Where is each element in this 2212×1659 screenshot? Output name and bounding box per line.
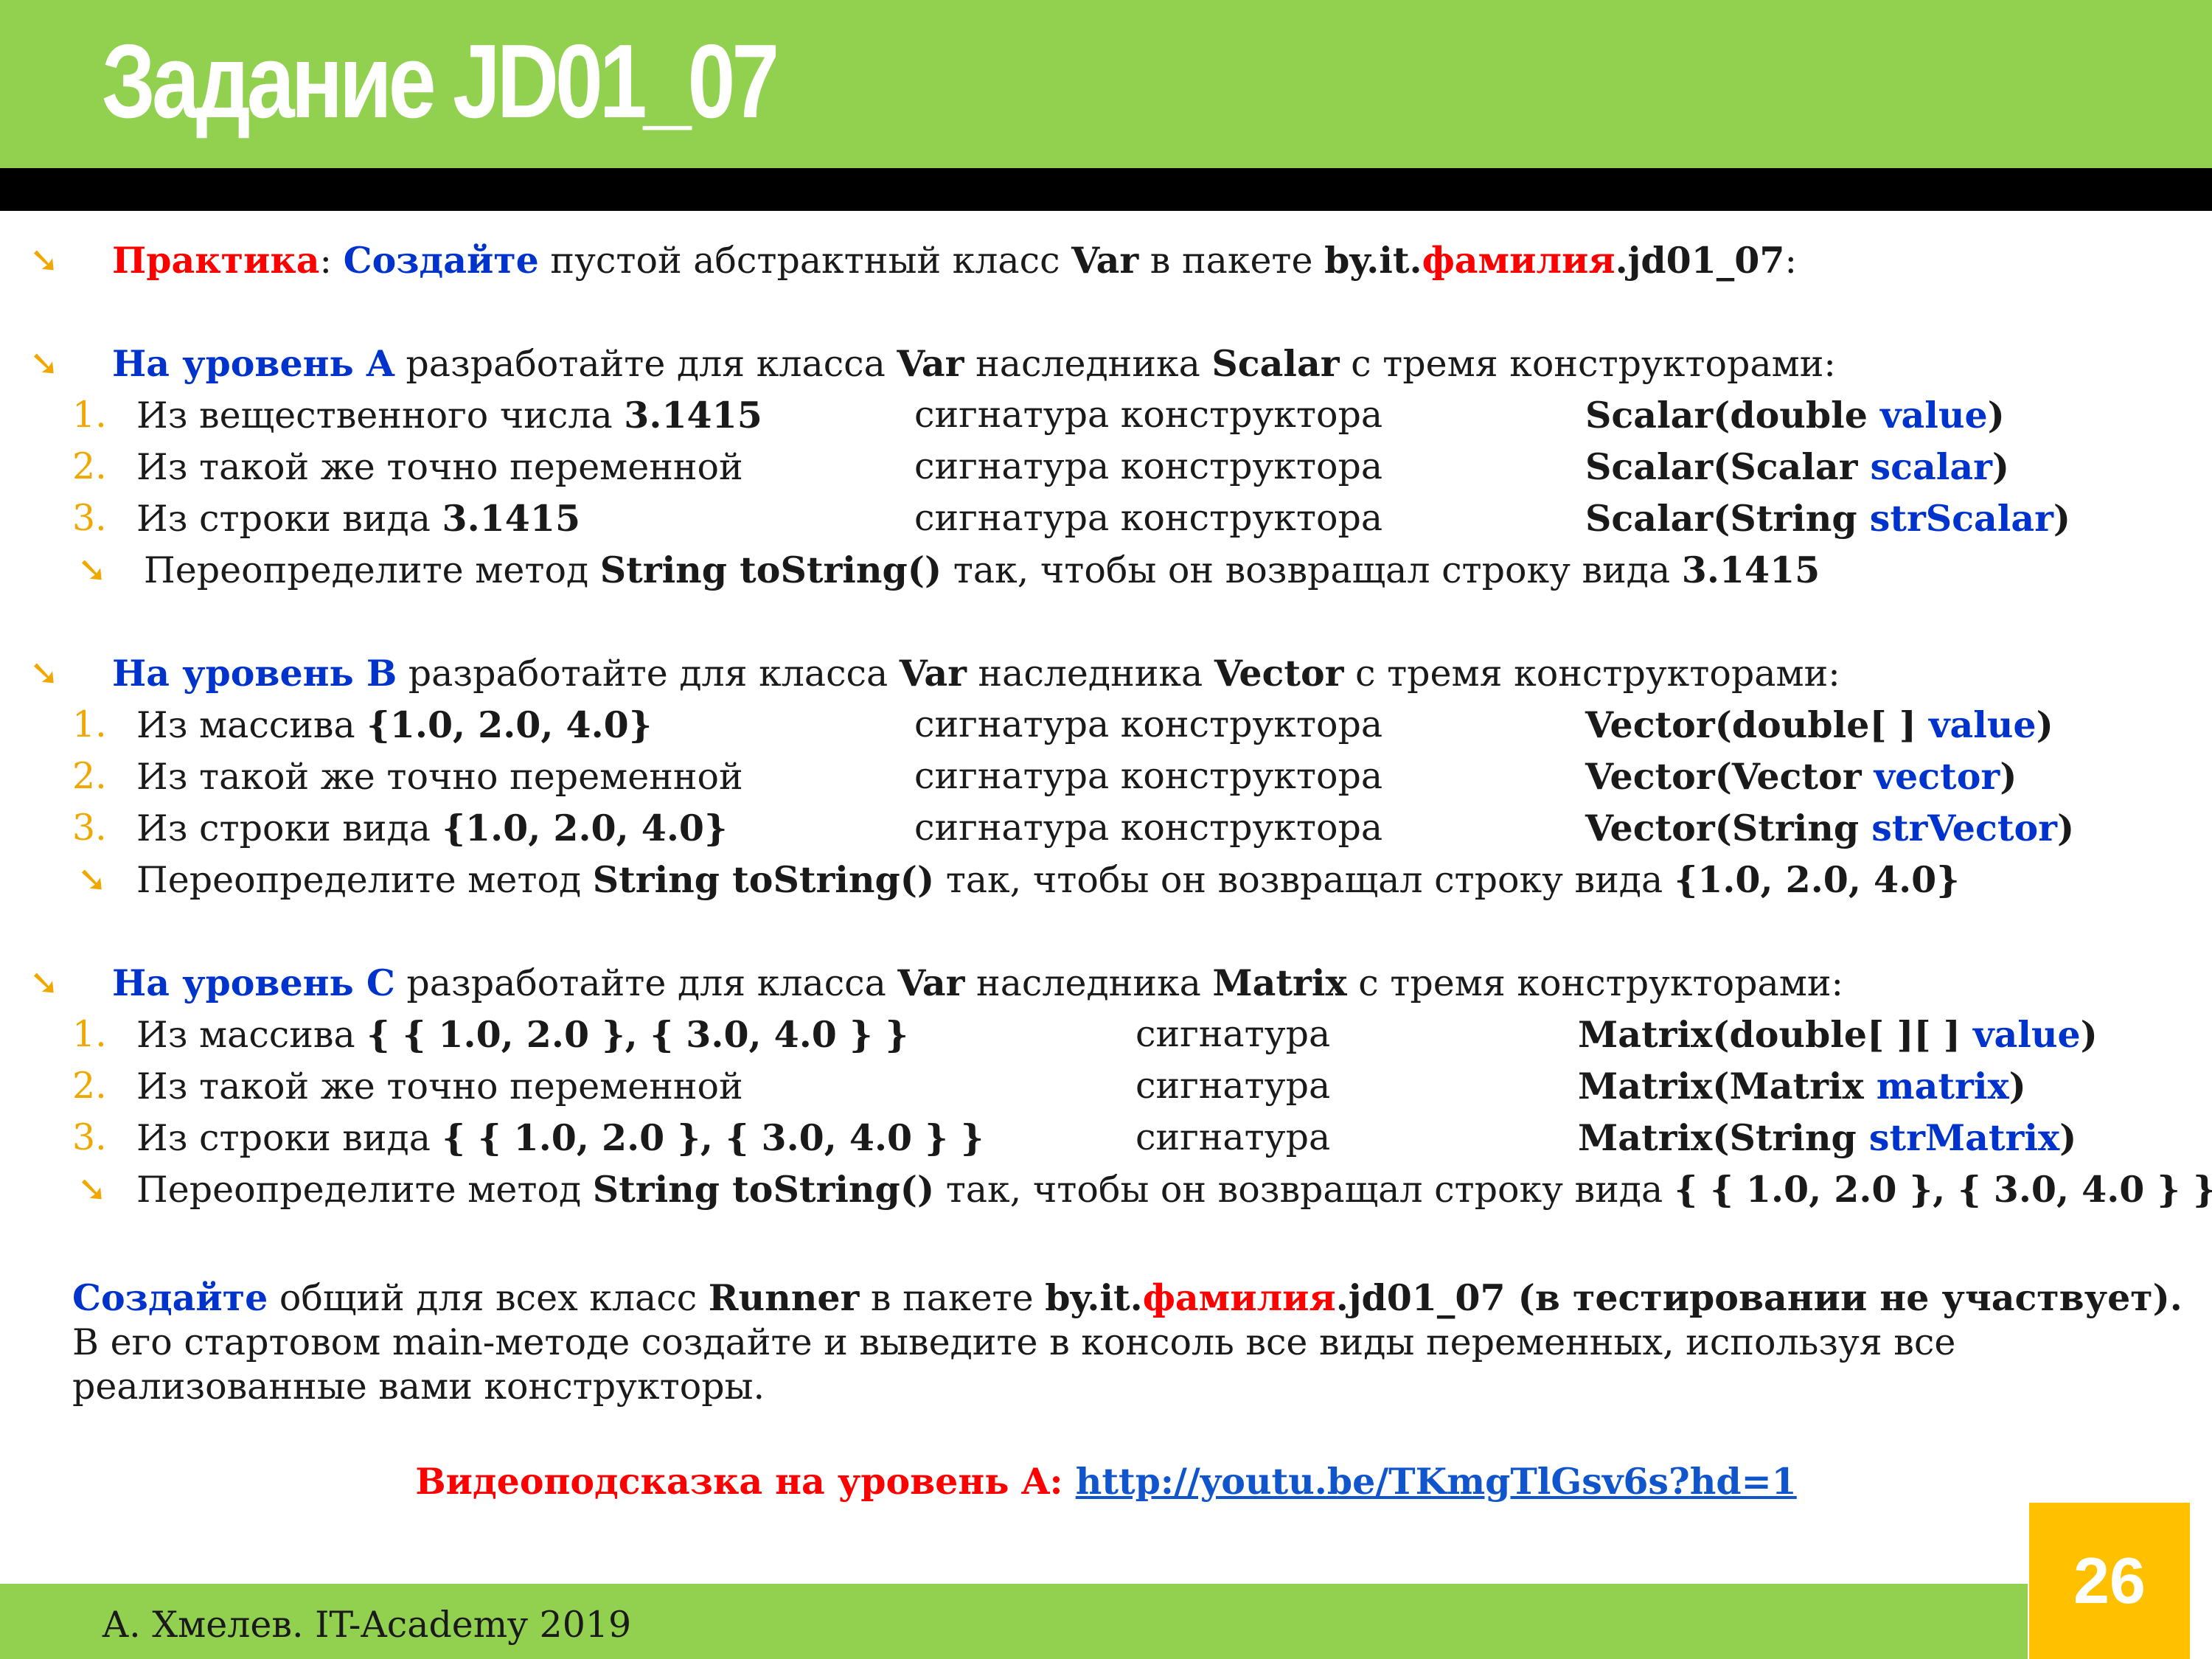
level-c-item: 2. Из такой же точно переменной сигнатур… [0, 1060, 2212, 1112]
level-b-heading: ➘ На уровень B разработайте для класса V… [0, 647, 2212, 699]
level-a-heading: ➘ На уровень A разработайте для класса V… [0, 338, 2212, 389]
constructor-signature: Matrix(String strMatrix) [1578, 1116, 2077, 1159]
level-a-item: 1. Из вещественного числа 3.1415 сигнату… [0, 389, 2212, 441]
video-link[interactable]: http://youtu.be/TKmgTlGsv6s?hd=1 [1076, 1460, 1797, 1503]
level-a-item: 3. Из строки вида 3.1415 сигнатура конст… [0, 493, 2212, 544]
video-hint: Видеоподсказка на уровень A: http://yout… [415, 1460, 1797, 1503]
level-c-heading: ➘ На уровень C разработайте для класса V… [0, 957, 2212, 1009]
constructor-signature: Scalar(double value) [1585, 394, 2005, 437]
level-b-override: ➘ Переопределите метод String toString()… [0, 854, 2212, 905]
arrow-down-right-icon: ➘ [77, 1169, 108, 1210]
constructor-signature: Matrix(double[ ][ ] value) [1578, 1013, 2098, 1056]
level-b-item: 1. Из массива {1.0, 2.0, 4.0} сигнатура … [0, 699, 2212, 751]
level-c-item: 1. Из массива { { 1.0, 2.0 }, { 3.0, 4.0… [0, 1009, 2212, 1060]
level-c-item: 3. Из строки вида { { 1.0, 2.0 }, { 3.0,… [0, 1112, 2212, 1164]
constructor-signature: Scalar(String strScalar) [1585, 497, 2071, 540]
intro-line: ➘ Практика: Создайте пустой абстрактный … [0, 234, 2212, 286]
arrow-down-right-icon: ➘ [29, 962, 60, 1004]
intro-text: Практика: Создайте пустой абстрактный кл… [112, 239, 1798, 282]
header-divider [0, 168, 2212, 211]
constructor-signature: Vector(Vector vector) [1585, 755, 2017, 798]
page-number-badge: 26 [2029, 1503, 2190, 1659]
arrow-down-right-icon: ➘ [29, 240, 60, 281]
level-a-override: ➘ Переопределите метод String toString()… [0, 544, 2212, 596]
constructor-signature: Scalar(Scalar scalar) [1585, 445, 2010, 488]
constructor-signature: Matrix(Matrix matrix) [1578, 1065, 2026, 1107]
level-c-override: ➘ Переопределите метод String toString()… [0, 1164, 2212, 1215]
level-a-item: 2. Из такой же точно переменной сигнатур… [0, 441, 2212, 493]
slide-title: Задание JD01_07 [102, 23, 779, 140]
arrow-down-right-icon: ➘ [77, 859, 108, 900]
slide-content: ➘ Практика: Создайте пустой абстрактный … [0, 234, 2212, 1215]
arrow-down-right-icon: ➘ [77, 549, 108, 591]
level-b-item: 3. Из строки вида {1.0, 2.0, 4.0} сигнат… [0, 802, 2212, 854]
footer-author: А. Хмелев. IT-Academy 2019 [102, 1604, 632, 1646]
level-b-item: 2. Из такой же точно переменной сигнатур… [0, 751, 2212, 802]
constructor-signature: Vector(String strVector) [1585, 807, 2075, 849]
runner-paragraph: Создайте общий для всех класс Runner в п… [72, 1276, 2183, 1408]
constructor-signature: Vector(double[ ] value) [1585, 703, 2053, 746]
arrow-down-right-icon: ➘ [29, 653, 60, 694]
arrow-down-right-icon: ➘ [29, 343, 60, 384]
